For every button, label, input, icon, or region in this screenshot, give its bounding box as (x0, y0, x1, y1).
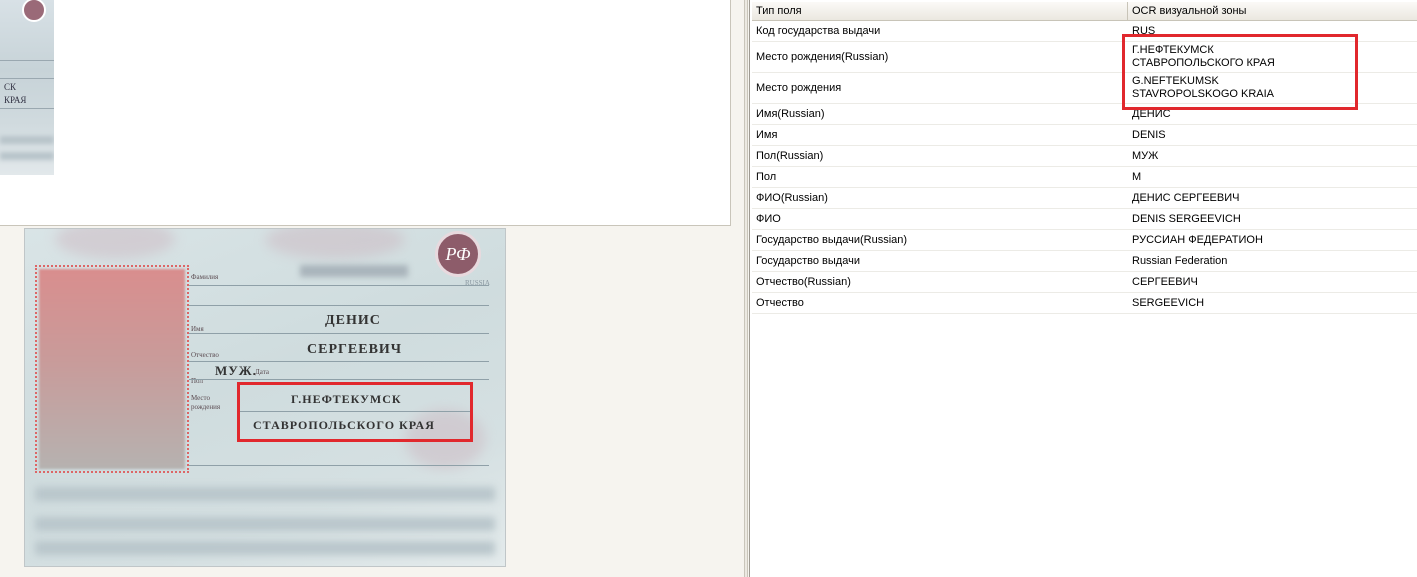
blurred-mrz (35, 541, 495, 555)
field-type-text: Пол (756, 170, 777, 183)
field-type-text: Место рождения (756, 81, 842, 94)
field-type-text: Государство выдачи (756, 254, 860, 267)
passport-sex: МУЖ. (215, 363, 257, 378)
field-type-text: Имя (756, 128, 778, 141)
ocr-value-text: МУЖ (1132, 149, 1159, 162)
divider (189, 285, 489, 286)
divider (189, 305, 489, 306)
field-type-cell: Государство выдачи(Russian) (752, 230, 1128, 250)
ocr-value-cell: МУЖ (1128, 146, 1417, 166)
blurred-text (0, 152, 54, 160)
divider (189, 465, 489, 466)
ocr-value-cell: ДЕНИС СЕРГЕЕВИЧ (1128, 188, 1417, 208)
table-header: Тип поля OCR визуальной зоны (752, 2, 1417, 21)
emblem-text: РФ (445, 243, 471, 264)
column-header-ocr-visual[interactable]: OCR визуальной зоны (1128, 2, 1417, 20)
column-header-field-type[interactable]: Тип поля (752, 2, 1128, 20)
field-type-cell: Код государства выдачи (752, 21, 1128, 41)
blurred-mrz (35, 517, 495, 531)
table-row[interactable]: Отчество SERGEEVICH (752, 293, 1417, 314)
field-type-cell: ФИО(Russian) (752, 188, 1128, 208)
divider (0, 78, 54, 79)
table-row[interactable]: Государство выдачи(Russian) РУССИАН ФЕДЕР… (752, 230, 1417, 251)
field-type-cell: Место рождения (752, 73, 1128, 103)
field-type-text: Пол(Russian) (756, 149, 824, 162)
field-type-cell: Имя(Russian) (752, 104, 1128, 124)
ocr-value-text: M (1132, 170, 1142, 183)
field-type-cell: Пол (752, 167, 1128, 187)
passport-scan: РФ Фамилия RUSSIA Имя ДЕНИС Отчество СЕР… (24, 228, 506, 567)
ocr-value-cell: M (1128, 167, 1417, 187)
field-type-cell: Имя (752, 125, 1128, 145)
label-patronymic: Отчество (191, 351, 219, 359)
ocr-value-text: SERGEEVICH (1132, 296, 1205, 309)
ocr-value-text: ДЕНИС СЕРГЕЕВИЧ (1132, 191, 1240, 204)
emblem-icon (22, 0, 46, 22)
ocr-value-text: Russian Federation (1132, 254, 1228, 267)
divider (0, 108, 54, 109)
passport-patronymic: СЕРГЕЕВИЧ (307, 342, 403, 357)
ocr-value-cell: SERGEEVICH (1128, 293, 1417, 313)
blurred-text (0, 136, 54, 144)
field-type-text: Отчество(Russian) (756, 275, 851, 288)
ocr-value-text: DENIS (1132, 128, 1166, 141)
table-row[interactable]: ФИО DENIS SERGEEVICH (752, 209, 1417, 230)
ocr-value-cell: Russian Federation (1128, 251, 1417, 271)
divider (0, 60, 54, 61)
emblem-icon: РФ (435, 231, 481, 277)
label-birth-place: рождения (191, 403, 221, 411)
table-row[interactable]: Отчество(Russian) СЕРГЕЕВИЧ (752, 272, 1417, 293)
table-row[interactable]: Государство выдачи Russian Federation (752, 251, 1417, 272)
field-type-text: Имя(Russian) (756, 107, 825, 120)
field-type-cell: ФИО (752, 209, 1128, 229)
ocr-value-cell: СЕРГЕЕВИЧ (1128, 272, 1417, 292)
table-row[interactable]: Имя DENIS (752, 125, 1417, 146)
highlight-box (1122, 34, 1358, 110)
ornament (55, 229, 175, 259)
document-thumbnail[interactable]: СК КРАЯ (0, 0, 54, 175)
field-type-cell: Государство выдачи (752, 251, 1128, 271)
field-type-cell: Пол(Russian) (752, 146, 1128, 166)
thumbnail-text: КРАЯ (4, 95, 27, 105)
blurred-surname (300, 265, 408, 277)
divider (189, 361, 489, 362)
label-name: Имя (191, 325, 204, 333)
ocr-value-cell: DENIS SERGEEVICH (1128, 209, 1417, 229)
ocr-value-text: РУССИАН ФЕДЕРАТИОН (1132, 233, 1263, 246)
label-birth-place: Место (191, 394, 210, 402)
table-row[interactable]: ФИО(Russian) ДЕНИС СЕРГЕЕВИЧ (752, 188, 1417, 209)
field-type-text: Место рождения(Russian) (756, 50, 889, 63)
table-row[interactable]: Пол M (752, 167, 1417, 188)
ocr-value-cell: РУССИАН ФЕДЕРАТИОН (1128, 230, 1417, 250)
ocr-value-cell: DENIS (1128, 125, 1417, 145)
ornament (265, 229, 405, 259)
label-birth-date: Дата (255, 368, 269, 376)
field-type-text: Государство выдачи(Russian) (756, 233, 908, 246)
ocr-value-text: DENIS SERGEEVICH (1132, 212, 1241, 225)
blurred-mrz (35, 487, 495, 501)
highlight-box (237, 382, 473, 442)
divider (189, 379, 489, 380)
splitter-handle[interactable] (744, 0, 748, 577)
field-type-text: Код государства выдачи (756, 24, 881, 37)
table-row[interactable]: Пол(Russian) МУЖ (752, 146, 1417, 167)
divider (189, 333, 489, 334)
thumbnail-text: СК (4, 82, 17, 92)
field-type-cell: Место рождения(Russian) (752, 42, 1128, 72)
image-pane: СК КРАЯ РФ Фамилия RUSSIA Имя ДЕНИС Отче… (0, 0, 744, 577)
field-type-text: ФИО (756, 212, 781, 225)
field-type-text: Отчество (756, 296, 804, 309)
passport-name: ДЕНИС (325, 313, 381, 328)
label-surname: Фамилия (191, 273, 219, 281)
blurred-photo (39, 269, 185, 469)
field-type-text: ФИО(Russian) (756, 191, 828, 204)
field-type-cell: Отчество(Russian) (752, 272, 1128, 292)
preview-panel: СК КРАЯ (0, 0, 731, 226)
ocr-value-text: СЕРГЕЕВИЧ (1132, 275, 1198, 288)
field-type-cell: Отчество (752, 293, 1128, 313)
